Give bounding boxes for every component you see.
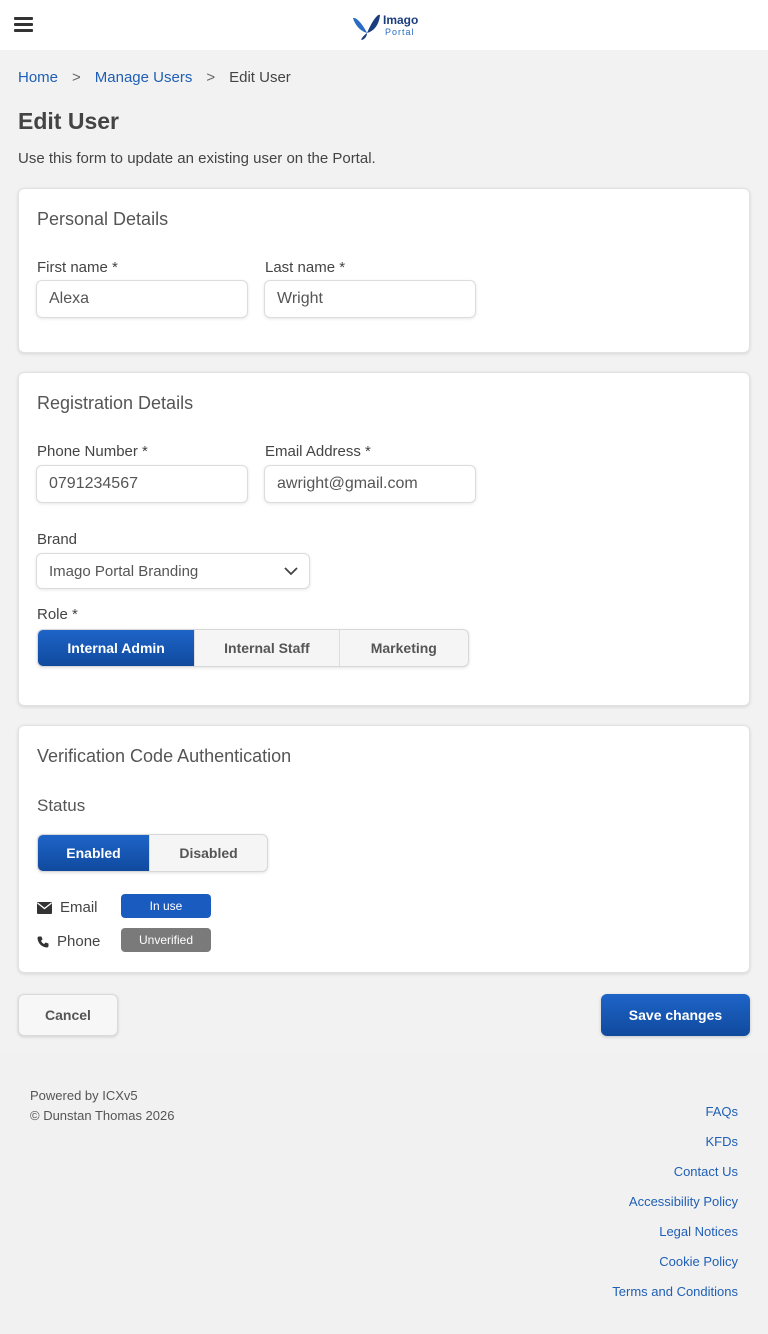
app-header: Imago Portal: [0, 0, 768, 50]
footer-link-terms-and-conditions[interactable]: Terms and Conditions: [612, 1282, 738, 1312]
imago-portal-logo[interactable]: Imago Portal: [352, 9, 422, 41]
status-option-disabled[interactable]: Disabled: [150, 835, 267, 871]
role-option-marketing[interactable]: Marketing: [340, 630, 468, 666]
breadcrumb-home[interactable]: Home: [18, 69, 58, 86]
page-title: Edit User: [18, 108, 119, 134]
footer-link-accessibility-policy[interactable]: Accessibility Policy: [612, 1192, 738, 1222]
butterfly-icon: [353, 14, 380, 40]
breadcrumb: Home > Manage Users > Edit User: [18, 69, 291, 86]
page-intro: Use this form to update an existing user…: [18, 150, 376, 167]
envelope-icon: [37, 901, 52, 914]
footer-credits: Powered by ICXv5 © Dunstan Thomas 2026: [30, 1086, 174, 1126]
last-name-label: Last name *: [265, 259, 346, 276]
phone-number-label: Phone Number *: [37, 443, 148, 460]
breadcrumb-separator: >: [72, 69, 81, 86]
footer-link-kfds[interactable]: KFDs: [612, 1132, 739, 1162]
first-name-input[interactable]: [36, 280, 248, 318]
page-footer: Powered by ICXv5 © Dunstan Thomas 2026 F…: [0, 1054, 768, 1334]
panel-title: Personal Details: [37, 209, 169, 229]
first-name-label: First name *: [37, 259, 118, 276]
role-label: Role *: [37, 606, 78, 623]
breadcrumb-manage-users[interactable]: Manage Users: [95, 69, 193, 86]
role-option-internal-admin[interactable]: Internal Admin: [38, 630, 196, 666]
breadcrumb-separator: >: [206, 69, 216, 86]
cancel-button[interactable]: Cancel: [18, 994, 118, 1036]
verification-panel: Verification Code Authentication Status …: [18, 725, 750, 973]
verification-phone-label: Phone: [57, 933, 101, 950]
breadcrumb-current: Edit User: [229, 69, 291, 86]
menu-icon[interactable]: [14, 17, 33, 32]
brand-label: Brand: [37, 531, 78, 548]
last-name-input[interactable]: [264, 280, 476, 318]
registration-details-panel: Registration Details Phone Number * Emai…: [18, 372, 750, 706]
role-option-internal-staff[interactable]: Internal Staff: [195, 630, 340, 666]
logo-title: Imago: [383, 13, 419, 27]
email-address-label: Email Address *: [265, 443, 371, 460]
panel-title: Verification Code Authentication: [37, 746, 292, 766]
verification-email-label: Email: [60, 899, 98, 916]
phone-status-badge: Unverified: [121, 928, 211, 952]
footer-link-cookie-policy[interactable]: Cookie Policy: [612, 1252, 738, 1282]
powered-by-text: Powered by ICXv5: [30, 1088, 138, 1103]
chevron-down-icon: [284, 567, 298, 576]
personal-details-panel: Personal Details First name * Last name …: [18, 188, 750, 353]
footer-links: FAQs KFDs Contact Us Accessibility Polic…: [612, 1102, 738, 1312]
footer-link-faqs[interactable]: FAQs: [612, 1102, 738, 1132]
status-option-enabled[interactable]: Enabled: [38, 835, 151, 871]
footer-link-contact-us[interactable]: Contact Us: [612, 1162, 738, 1192]
phone-number-input[interactable]: [36, 465, 248, 503]
status-toggle: Enabled Disabled: [37, 834, 268, 872]
save-changes-button[interactable]: Save changes: [601, 994, 750, 1036]
panel-title: Registration Details: [37, 393, 194, 413]
logo-subtitle: Portal: [385, 27, 415, 37]
email-status-badge: In use: [121, 894, 211, 918]
verification-phone-row: Phone: [37, 933, 100, 950]
brand-select[interactable]: Imago Portal Branding: [36, 553, 310, 589]
email-address-input[interactable]: [264, 465, 476, 503]
status-label: Status: [37, 796, 86, 815]
phone-icon: [37, 936, 49, 947]
verification-email-row: Email: [37, 899, 98, 916]
footer-link-legal-notices[interactable]: Legal Notices: [612, 1222, 738, 1252]
brand-selected-value: Imago Portal Branding: [49, 563, 199, 580]
copyright-text: © Dunstan Thomas 2026: [30, 1108, 175, 1123]
role-toggle: Internal Admin Internal Staff Marketing: [37, 629, 469, 667]
